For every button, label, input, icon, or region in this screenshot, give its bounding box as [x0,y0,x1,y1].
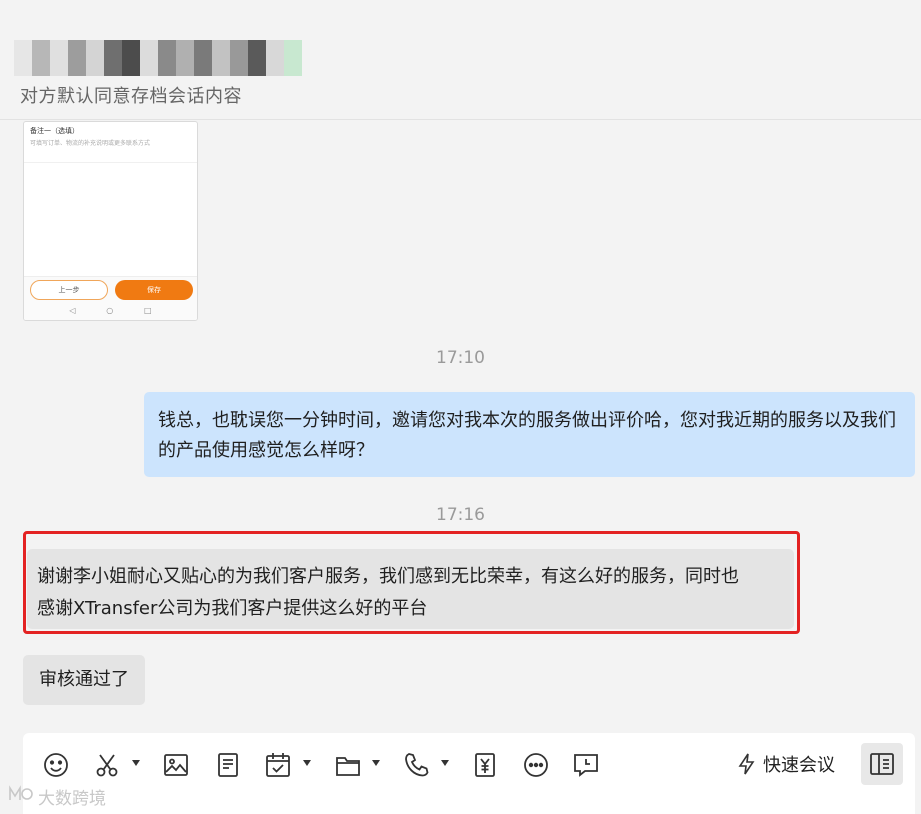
blur-block [104,40,122,76]
screenshot-note-title: 备注一（选填） [30,127,79,135]
blur-block [158,40,176,76]
quick-meeting-button[interactable]: 快速会议 [735,749,835,779]
red-highlight-annotation [23,531,800,634]
screenshot-prev-button: 上一步 [30,280,108,300]
blur-block [50,40,68,76]
input-toolbar: 快速会议 [23,733,915,814]
blur-block [176,40,194,76]
blur-block [266,40,284,76]
blurred-contact-name [14,40,302,76]
emoji-icon[interactable] [38,747,74,783]
phone-icon[interactable] [399,747,435,783]
chat-header: 对方默认同意存档会话内容 [0,0,921,120]
screenshot-divider [24,162,197,163]
blur-block [32,40,50,76]
scissors-icon[interactable] [89,747,125,783]
side-panel-toggle-button[interactable] [861,743,903,785]
blur-block [212,40,230,76]
yuan-icon[interactable] [467,747,503,783]
file-options-dropdown[interactable] [372,760,380,766]
back-nav-icon: ◁ [69,306,76,315]
screenshot-note-placeholder: 可填写订单、物流的补充说明或更多联系方式 [30,140,151,147]
blur-block [230,40,248,76]
watermark-text: 大数跨境 [38,789,106,809]
screenshot-save-button: 保存 [115,280,193,300]
home-nav-icon: ○ [106,306,114,315]
blur-block [86,40,104,76]
quick-meeting-label: 快速会议 [763,755,835,776]
blur-block [14,40,32,76]
side-panel-icon [870,753,894,775]
blur-block [68,40,86,76]
message-timestamp: 17:10 [436,348,485,368]
lightning-icon [738,753,755,775]
watermark: 大数跨境 [6,784,106,809]
screenshot-phone-nav: ◁ ○ □ [24,306,197,315]
more-icon[interactable] [518,747,554,783]
screenshot-options-dropdown[interactable] [132,760,140,766]
watermark-logo-icon [6,784,34,809]
incoming-message[interactable]: 审核通过了 [23,655,145,705]
blur-block [122,40,140,76]
blur-block [194,40,212,76]
calendar-check-icon[interactable] [260,747,296,783]
recent-nav-icon: □ [144,306,152,315]
call-options-dropdown[interactable] [441,760,449,766]
document-icon[interactable] [210,747,246,783]
blur-block [248,40,266,76]
blur-block [284,40,302,76]
outgoing-message[interactable]: 钱总，也耽误您一分钟时间，邀请您对我本次的服务做出评价哈，您对我近期的服务以及我… [144,392,915,477]
comment-clock-icon[interactable] [568,747,604,783]
folder-icon[interactable] [330,747,366,783]
blur-block [140,40,158,76]
schedule-options-dropdown[interactable] [303,760,311,766]
message-timestamp: 17:16 [436,505,485,525]
shared-screenshot-image[interactable]: 备注一（选填） 可填写订单、物流的补充说明或更多联系方式 上一步 保存 ◁ ○ … [23,121,198,321]
archive-notice: 对方默认同意存档会话内容 [20,86,242,107]
image-icon[interactable] [158,747,194,783]
